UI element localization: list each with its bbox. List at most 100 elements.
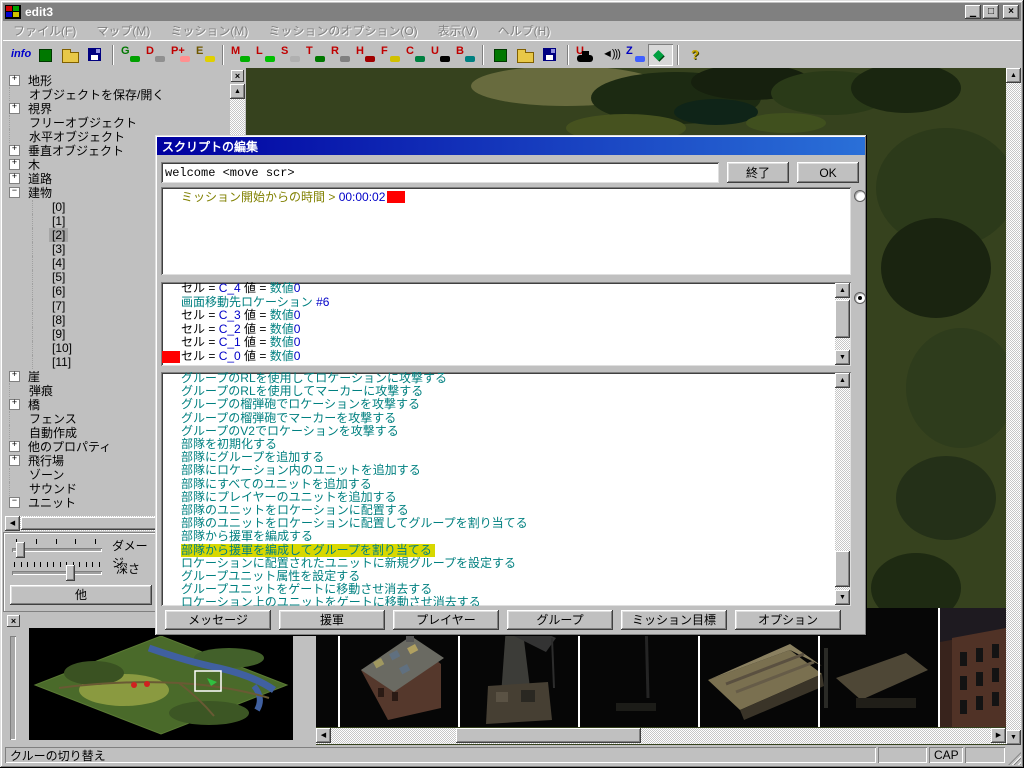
- dialog-titlebar[interactable]: スクリプトの編集: [157, 137, 865, 155]
- command-item[interactable]: グループのV2でロケーションを攻撃する: [181, 425, 831, 438]
- tree-tool-icon[interactable]: T: [303, 44, 328, 66]
- maximize-button[interactable]: □: [983, 5, 999, 19]
- scroll-left-icon[interactable]: ◀: [316, 728, 331, 743]
- depth-slider[interactable]: [12, 571, 102, 575]
- fence-tool-icon[interactable]: F: [378, 44, 403, 66]
- map-vertical-scrollbar[interactable]: ▲ ▼: [1006, 68, 1021, 745]
- action-row[interactable]: セル = C_1 値 = 数値0: [181, 336, 831, 350]
- command-item[interactable]: ロケーション上のユニットをゲートに移動させ消去する: [181, 596, 831, 606]
- scroll-up-icon[interactable]: ▲: [835, 373, 850, 388]
- action-radio[interactable]: [854, 292, 866, 304]
- depth-slider-thumb[interactable]: [66, 565, 75, 581]
- menu-item[interactable]: ミッションのオプション(O): [258, 20, 427, 41]
- action-row[interactable]: セル = C_4 値 = 数値0: [181, 282, 831, 296]
- expander-icon[interactable]: +: [9, 173, 20, 184]
- location-tool-icon[interactable]: L: [253, 44, 278, 66]
- minimap-slider[interactable]: [10, 636, 16, 740]
- menu-item[interactable]: マップ(M): [86, 20, 160, 41]
- building-tool-icon[interactable]: C: [403, 44, 428, 66]
- exit-button[interactable]: 終了: [727, 162, 789, 183]
- bridge-tool-icon[interactable]: B: [453, 44, 478, 66]
- zone-tool-icon[interactable]: Z: [623, 44, 648, 66]
- minimap[interactable]: [29, 628, 293, 740]
- scroll-up-icon[interactable]: ▲: [835, 283, 850, 298]
- action-list[interactable]: ▲ ▼ セル = C_4 値 = 数値0画面移動先ロケーション #6セル = C…: [161, 282, 851, 366]
- minimap-close-icon[interactable]: ×: [7, 615, 20, 627]
- scroll-thumb[interactable]: [835, 300, 850, 338]
- action-row[interactable]: セル = C_2 値 = 数値0: [181, 323, 831, 337]
- save-map-tool-icon[interactable]: [83, 44, 108, 66]
- house-tool-icon[interactable]: H: [353, 44, 378, 66]
- tab-options[interactable]: オプション: [735, 610, 841, 630]
- scroll-thumb[interactable]: [456, 728, 641, 743]
- unit-dropdown-tool-icon[interactable]: U▼: [428, 44, 453, 66]
- condition-radio[interactable]: [854, 190, 866, 202]
- command-item[interactable]: 部隊から援軍を編成してグループを割り当てる: [181, 544, 435, 557]
- condition-row[interactable]: ミッション開始からの時間 > 00:00:02: [181, 191, 847, 205]
- tab-message[interactable]: メッセージ: [165, 610, 271, 630]
- object-strip-scrollbar[interactable]: ◀ ▶: [316, 727, 1006, 745]
- script-name-input[interactable]: [161, 162, 719, 183]
- tree-scroll-up-icon[interactable]: ▲: [230, 84, 245, 99]
- scroll-right-icon[interactable]: ▶: [991, 728, 1006, 743]
- sound-tool-icon[interactable]: ◄))): [598, 44, 623, 66]
- new-terrain-tool-icon[interactable]: [33, 44, 58, 66]
- open-mission-tool-icon[interactable]: [513, 44, 538, 66]
- action-row[interactable]: 画面移動先ロケーション #6: [181, 296, 831, 310]
- expander-icon[interactable]: +: [9, 441, 20, 452]
- vertical-object-tool-icon[interactable]: S: [278, 44, 303, 66]
- eraser-tool-icon[interactable]: E: [193, 44, 218, 66]
- expander-icon[interactable]: +: [9, 159, 20, 170]
- minimize-button[interactable]: ▁: [965, 5, 981, 19]
- expander-icon[interactable]: +: [9, 371, 20, 382]
- ok-button[interactable]: OK: [797, 162, 859, 183]
- command-item[interactable]: 部隊から援軍を編成する: [181, 530, 831, 543]
- command-item[interactable]: グループの榴弾砲でロケーションを攻撃する: [181, 398, 831, 411]
- expander-icon[interactable]: +: [9, 145, 20, 156]
- menu-item[interactable]: ヘルプ(H): [488, 20, 561, 41]
- damage-slider[interactable]: [12, 548, 102, 552]
- command-list-scrollbar[interactable]: ▲ ▼: [835, 373, 850, 605]
- info-tool-icon[interactable]: info: [8, 44, 33, 66]
- panel-close-icon[interactable]: ×: [231, 70, 244, 82]
- condition-list[interactable]: ミッション開始からの時間 > 00:00:02: [161, 187, 851, 275]
- close-button[interactable]: ×: [1003, 5, 1019, 19]
- help-tool-icon[interactable]: ?: [683, 44, 708, 66]
- scroll-down-icon[interactable]: ▼: [835, 350, 850, 365]
- scroll-up-icon[interactable]: ▲: [1006, 68, 1021, 83]
- road-tool-icon[interactable]: R: [328, 44, 353, 66]
- damage-slider-thumb[interactable]: [16, 542, 25, 558]
- menu-item[interactable]: ミッション(M): [160, 20, 258, 41]
- expander-icon[interactable]: +: [9, 399, 20, 410]
- scroll-track[interactable]: [1006, 68, 1021, 745]
- scroll-thumb[interactable]: [835, 551, 850, 587]
- tab-mission-goal[interactable]: ミッション目標: [621, 610, 727, 630]
- action-row[interactable]: セル = C_3 値 = 数値0: [181, 309, 831, 323]
- marker-tool-icon[interactable]: M: [228, 44, 253, 66]
- tree-scroll-left-icon[interactable]: ◀: [5, 516, 20, 531]
- tab-reinforcement[interactable]: 援軍: [279, 610, 385, 630]
- resize-grip[interactable]: [1008, 752, 1021, 765]
- command-item[interactable]: 部隊にすべてのユニットを追加する: [181, 478, 831, 491]
- terrain-tool-icon[interactable]: G: [118, 44, 143, 66]
- command-item[interactable]: 部隊にロケーション内のユニットを追加する: [181, 464, 831, 477]
- action-list-scrollbar[interactable]: ▲ ▼: [835, 283, 850, 365]
- command-list[interactable]: ▲ ▼ グループのRLを使用してロケーションに攻撃するグループのRLを使用してマ…: [161, 372, 851, 606]
- action-row[interactable]: セル = C_0 値 = 数値0: [181, 350, 831, 364]
- save-mission-tool-icon[interactable]: [538, 44, 563, 66]
- menu-item[interactable]: 表示(V): [428, 20, 488, 41]
- command-item[interactable]: グループの榴弾砲でマーカーを攻撃する: [181, 412, 831, 425]
- scroll-down-icon[interactable]: ▼: [1006, 730, 1021, 745]
- scroll-down-icon[interactable]: ▼: [835, 590, 850, 605]
- unit-tool-icon[interactable]: U: [573, 44, 598, 66]
- expander-icon[interactable]: +: [9, 75, 20, 86]
- scroll-track[interactable]: [316, 728, 1006, 744]
- tab-player[interactable]: プレイヤー: [393, 610, 499, 630]
- tab-group[interactable]: グループ: [507, 610, 613, 630]
- expander-icon[interactable]: −: [9, 497, 20, 508]
- open-map-tool-icon[interactable]: [58, 44, 83, 66]
- expander-icon[interactable]: −: [9, 187, 20, 198]
- expander-icon[interactable]: +: [9, 455, 20, 466]
- explosion-tool-icon[interactable]: P+: [168, 44, 193, 66]
- crater-tool-icon[interactable]: D: [143, 44, 168, 66]
